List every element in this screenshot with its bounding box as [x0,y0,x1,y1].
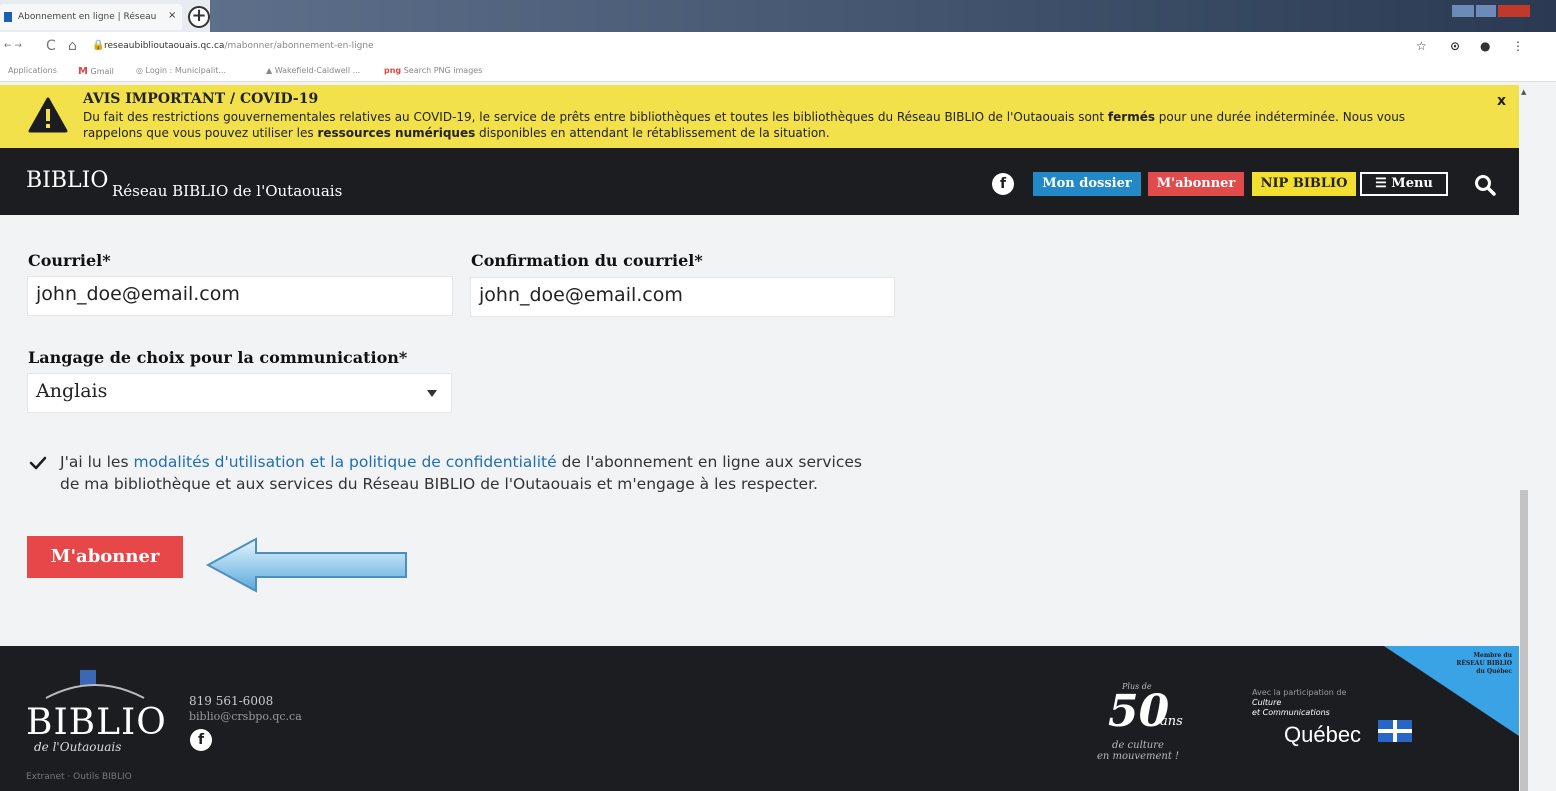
quebec-ministry-line: et Communications [1252,708,1330,717]
url-host: reseaubiblioutaouais.qc.ca [104,41,225,51]
bookmark-png[interactable]: png Search PNG images [384,66,482,75]
site-footer: BIBLIO de l'Outaouais 819 561-6008 bibli… [0,646,1519,791]
footer-phone: 819 561-6008 [189,694,274,708]
bookmark-png-label: Search PNG images [403,66,483,75]
footer-email-link[interactable]: biblio@crsbpo.qc.ca [189,710,302,723]
bookmark-login-label: Login : Municipalit... [145,66,226,75]
bookmark-site-icon: ▲ [266,66,273,75]
fifty-tagline: de culture en mouvement ! [1088,740,1188,762]
gmail-icon: M [78,66,88,77]
footer-links-text[interactable]: Extranet · Outils BIBLIO [26,772,132,782]
language-label: Langage de choix pour la communication* [28,348,408,367]
url-path: /mabonner/abonnement-en-ligne [224,41,374,51]
bookmark-gmail-label: Gmail [90,67,114,76]
language-select[interactable]: Anglais [27,373,452,413]
footer-logo[interactable]: BIBLIO [26,702,167,743]
alert-close-button[interactable]: x [1497,93,1506,109]
terms-link[interactable]: modalités d'utilisation et la politique … [133,453,556,471]
language-selected-value: Anglais [36,380,108,402]
fifty-tagline-line: de culture [1112,740,1164,751]
lock-icon: 🔒 [92,40,105,51]
url-field[interactable]: reseaubiblioutaouais.qc.ca/mabonner/abon… [104,41,374,51]
header-abonner-button[interactable]: M'abonner [1148,172,1244,196]
bookmark-star-icon[interactable]: ☆ [1416,39,1427,53]
tab-title: Abonnement en ligne | Réseau [18,12,157,22]
covid-alert-banner: AVIS IMPORTANT / COVID-19 Du fait des re… [0,85,1519,148]
bookmarks-bar: Applications M Gmail ◎ Login : Municipal… [0,60,1556,82]
menu-button[interactable]: ☰ Menu [1360,172,1448,196]
back-icon[interactable]: ← → [4,41,22,51]
quebec-participation: Avec la participation de Culture et Comm… [1252,688,1346,718]
terms-prefix: J'ai lu les [60,453,134,471]
reload-icon[interactable]: C [46,38,56,54]
quebec-flag-icon [1378,720,1412,742]
bookmark-login[interactable]: ◎ Login : Municipalit... [136,66,226,75]
profile-avatar-icon[interactable]: ● [1480,39,1490,53]
member-corner-line: Membre du [1473,652,1512,659]
nip-biblio-button[interactable]: NIP BIBLIO [1252,172,1356,196]
window-close-icon[interactable] [1498,5,1530,17]
browser-menu-icon[interactable]: ⋮ [1512,39,1524,53]
bookmark-wakefield-label: Wakefield-Caldwell ... [274,66,361,75]
mon-dossier-button[interactable]: Mon dossier [1033,172,1141,196]
quebec-ministry-line: Culture [1252,698,1282,707]
tab-favicon-icon [4,12,12,22]
biblio-logo[interactable]: BIBLIO [26,168,108,193]
minimize-icon[interactable] [1452,5,1474,17]
email-confirm-field[interactable]: john_doe@email.com [470,277,895,317]
fifty-years-logo: 50 [1108,686,1170,737]
terms-text: J'ai lu les modalités d'utilisation et l… [60,451,880,495]
email-label: Courriel* [28,251,111,270]
chevron-down-icon [427,390,437,397]
footer-links: Extranet · Outils BIBLIO [26,772,132,782]
home-icon[interactable]: ⌂ [68,38,77,54]
footer-facebook-icon[interactable]: f [190,729,212,751]
address-bar: ← → C ⌂ 🔒 reseaubiblioutaouais.qc.ca/mab… [0,32,1556,60]
page-scrollbar-thumb[interactable] [1520,490,1528,791]
terms-checkbox[interactable] [28,453,48,473]
quebec-participation-line: Avec la participation de [1252,688,1347,697]
email-confirm-label: Confirmation du courriel* [471,251,703,270]
tab-close-icon[interactable]: × [168,10,176,21]
fifty-ans-text: ans [1160,714,1183,729]
warning-icon [28,97,68,133]
member-corner-line: du Québec [1476,668,1512,675]
browser-tab-strip: Abonnement en ligne | Réseau × + [0,0,1556,32]
window-controls [1452,2,1532,17]
pointing-arrow-icon [205,537,407,593]
bookmark-wakefield[interactable]: ▲ Wakefield-Caldwell ... [266,66,360,75]
facebook-icon[interactable]: f [992,173,1014,195]
alert-body-text: Du fait des restrictions gouvernementale… [83,110,1108,124]
new-tab-button[interactable]: + [188,6,210,28]
search-icon[interactable] [1474,174,1496,196]
alert-body: Du fait des restrictions gouvernementale… [83,109,1463,141]
site-title[interactable]: Réseau BIBLIO de l'Outaouais [112,182,342,200]
alert-resources-link[interactable]: ressources numériques [317,126,475,140]
fifty-tagline-line: en mouvement ! [1096,751,1180,762]
extension-icon[interactable]: ⊙ [1450,39,1460,53]
member-corner-text: Membre du RÉSEAU BIBLIO du Québec [1440,652,1512,676]
bookmark-gmail[interactable]: M Gmail [78,66,114,77]
quebec-logo: Québec [1284,722,1362,747]
scroll-up-icon[interactable]: ▲ [1521,88,1526,96]
biblio-emblem-icon [45,670,145,699]
alert-body-bold: fermés [1107,110,1155,124]
alert-body-text: disponibles en attendant le rétablisseme… [475,126,830,140]
globe-icon: ◎ [136,66,143,75]
browser-tab[interactable]: Abonnement en ligne | Réseau × [0,4,182,30]
bookmark-apps[interactable]: Applications [8,66,57,75]
footer-logo-subtitle: de l'Outaouais [34,740,122,754]
member-corner-line: RÉSEAU BIBLIO [1456,660,1512,667]
email-field[interactable]: john_doe@email.com [27,276,453,316]
subscription-form: Courriel* john_doe@email.com Confirmatio… [0,215,1519,646]
png-icon: png [384,66,402,75]
maximize-icon[interactable] [1476,5,1496,17]
alert-title: AVIS IMPORTANT / COVID-19 [83,91,319,107]
site-header: BIBLIO Réseau BIBLIO de l'Outaouais f Mo… [0,148,1519,215]
submit-abonner-button[interactable]: M'abonner [27,536,183,578]
